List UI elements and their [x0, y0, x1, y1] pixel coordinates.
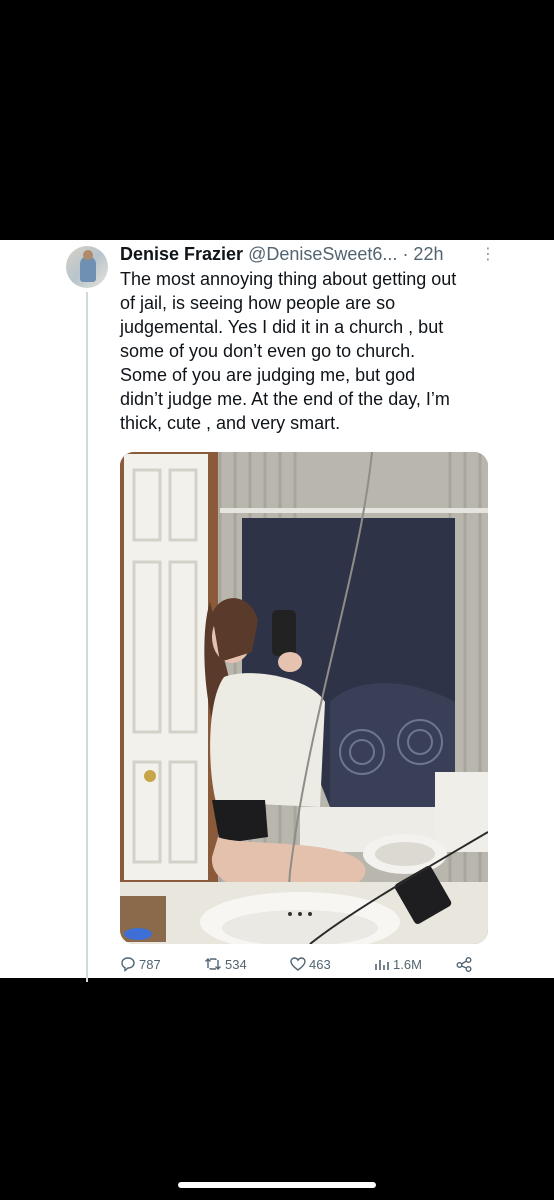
more-icon[interactable]: ⋮ — [480, 244, 496, 264]
thread-line — [86, 292, 88, 982]
views-button[interactable]: 1.6M — [374, 956, 422, 972]
tweet-text-line: Some of you are judging me, but god — [120, 365, 416, 385]
tweet-text: The most annoying thing about getting ou… — [120, 267, 500, 435]
tweet-card: Denise Frazier @DeniseSweet6... · 22h ⋮ … — [0, 240, 554, 982]
author-handle[interactable]: @DeniseSweet6... — [248, 244, 397, 264]
tweet-text-line: some of you don’t even go to church. — [120, 341, 416, 361]
tweet-actions: 787 534 463 1.6M — [120, 956, 500, 976]
retweet-icon — [205, 958, 221, 970]
retweet-count: 534 — [225, 956, 247, 972]
avatar[interactable] — [66, 246, 108, 288]
reply-icon — [121, 957, 135, 972]
views-count: 1.6M — [393, 956, 422, 972]
share-button[interactable] — [456, 956, 472, 972]
tweet-text-line: of jail, is seeing how people are so — [120, 293, 396, 313]
author-name[interactable]: Denise Frazier — [120, 244, 243, 264]
share-icon — [456, 957, 472, 972]
bathroom-mirror-selfie-image — [120, 452, 488, 944]
like-button[interactable]: 463 — [290, 956, 331, 972]
like-count: 463 — [309, 956, 331, 972]
tweet-text-line: thick, cute , and very smart. — [120, 413, 341, 433]
tweet-text-line: judgemental. Yes I did it in a church , … — [120, 317, 444, 337]
like-icon — [290, 957, 306, 971]
reply-button[interactable]: 787 — [120, 956, 161, 972]
retweet-button[interactable]: 534 — [204, 956, 247, 972]
tweet-photo[interactable] — [120, 452, 488, 944]
views-icon — [375, 960, 389, 970]
reply-count: 787 — [139, 956, 161, 972]
home-indicator[interactable] — [178, 1182, 376, 1188]
tweet-text-line: didn’t judge me. At the end of the day, … — [120, 389, 450, 409]
tweet-text-line: The most annoying thing about getting ou… — [120, 269, 457, 289]
tweet-time[interactable]: · 22h — [402, 244, 443, 264]
